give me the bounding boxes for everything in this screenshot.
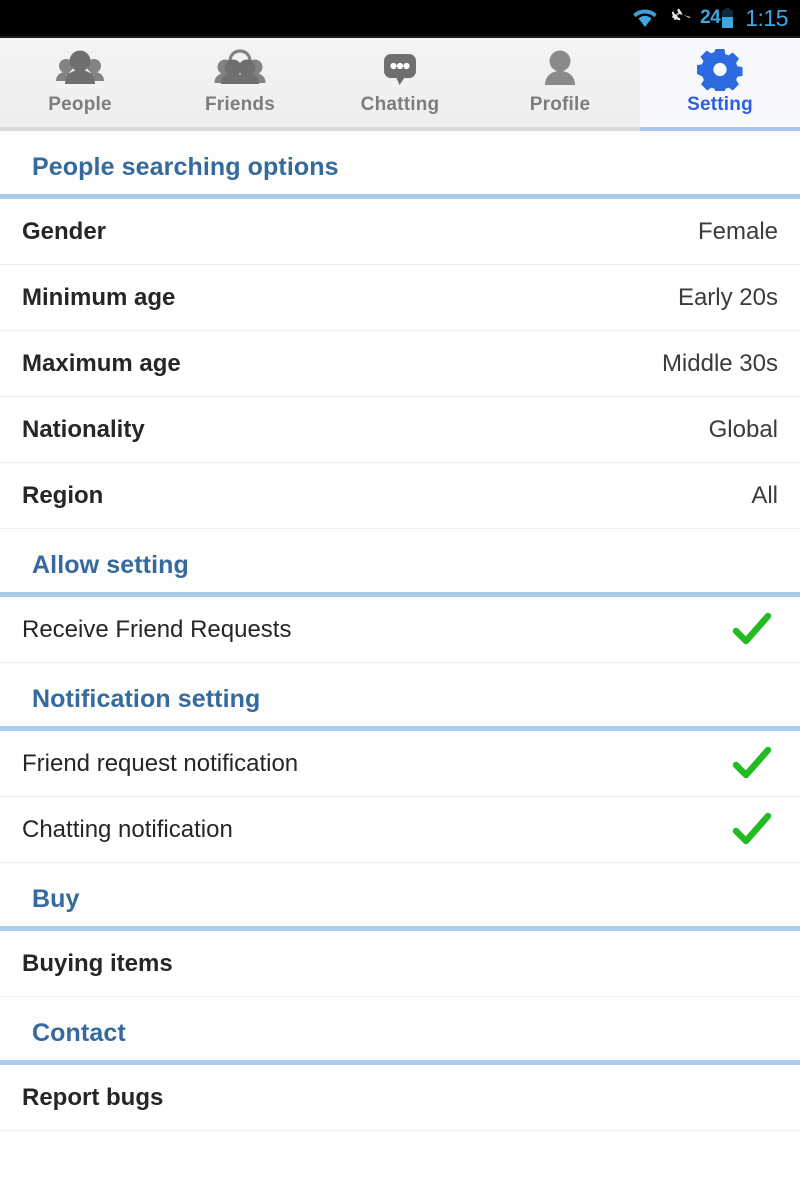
row-value: Global xyxy=(708,415,778,443)
row-value: Early 20s xyxy=(677,283,778,311)
tab-label-chatting: Chatting xyxy=(360,94,440,115)
tab-bar: People Friends Chatting Profile Setting xyxy=(0,36,800,131)
airplane-mode-icon xyxy=(668,8,692,28)
row-label: Gender xyxy=(22,217,107,245)
setting-row-region[interactable]: Region All xyxy=(0,463,800,529)
section-title: Notification setting xyxy=(0,663,800,726)
setting-row-gender[interactable]: Gender Female xyxy=(0,199,800,265)
tab-label-people: People xyxy=(48,94,112,115)
section-contact: Contact Report bugs xyxy=(0,997,800,1131)
section-notification-setting: Notification setting Friend request noti… xyxy=(0,663,800,863)
row-label: Buying items xyxy=(22,949,173,977)
row-label: Chatting notification xyxy=(22,815,233,843)
setting-row-buying-items[interactable]: Buying items xyxy=(0,931,800,997)
row-value: Middle 30s xyxy=(661,349,778,377)
people-icon xyxy=(53,48,107,90)
tab-friends[interactable]: Friends xyxy=(160,38,320,131)
tab-label-setting: Setting xyxy=(687,94,753,115)
tab-label-profile: Profile xyxy=(529,94,591,115)
tab-profile[interactable]: Profile xyxy=(480,38,640,131)
row-value: Female xyxy=(697,217,778,245)
setting-row-report-bugs[interactable]: Report bugs xyxy=(0,1065,800,1131)
section-allow-setting: Allow setting Receive Friend Requests xyxy=(0,529,800,663)
chat-bubble-icon xyxy=(374,48,426,90)
tab-people[interactable]: People xyxy=(0,38,160,131)
battery-percentage-label: 24 xyxy=(700,7,721,28)
checkmark-icon[interactable] xyxy=(732,746,772,782)
setting-row-maximum-age[interactable]: Maximum age Middle 30s xyxy=(0,331,800,397)
status-bar: 24 1:15 xyxy=(0,0,800,36)
setting-row-nationality[interactable]: Nationality Global xyxy=(0,397,800,463)
row-label: Maximum age xyxy=(22,349,181,377)
clock-label: 1:15 xyxy=(745,4,788,31)
row-label: Region xyxy=(22,481,104,509)
battery-icon xyxy=(722,8,734,28)
setting-row-receive-friend-requests[interactable]: Receive Friend Requests xyxy=(0,597,800,663)
section-title: Contact xyxy=(0,997,800,1060)
friends-icon xyxy=(213,48,267,90)
section-buy: Buy Buying items xyxy=(0,863,800,997)
row-label: Report bugs xyxy=(22,1083,164,1111)
wifi-icon xyxy=(632,8,658,28)
row-label: Friend request notification xyxy=(22,749,299,777)
row-label: Minimum age xyxy=(22,283,176,311)
profile-person-icon xyxy=(536,48,584,90)
setting-row-friend-request-notification[interactable]: Friend request notification xyxy=(0,731,800,797)
checkmark-icon[interactable] xyxy=(732,612,772,648)
tab-setting[interactable]: Setting xyxy=(640,38,800,131)
setting-row-chatting-notification[interactable]: Chatting notification xyxy=(0,797,800,863)
section-title: Buy xyxy=(0,863,800,926)
row-label: Nationality xyxy=(22,415,145,443)
section-title: People searching options xyxy=(0,131,800,194)
row-label: Receive Friend Requests xyxy=(22,615,292,643)
section-title: Allow setting xyxy=(0,529,800,592)
setting-row-minimum-age[interactable]: Minimum age Early 20s xyxy=(0,265,800,331)
checkmark-icon[interactable] xyxy=(732,812,772,848)
tab-label-friends: Friends xyxy=(204,94,276,115)
row-value: All xyxy=(751,481,778,509)
section-people-searching-options: People searching options Gender Female M… xyxy=(0,131,800,529)
gear-icon xyxy=(697,48,743,91)
settings-content: People searching options Gender Female M… xyxy=(0,131,800,1131)
tab-chatting[interactable]: Chatting xyxy=(320,38,480,131)
